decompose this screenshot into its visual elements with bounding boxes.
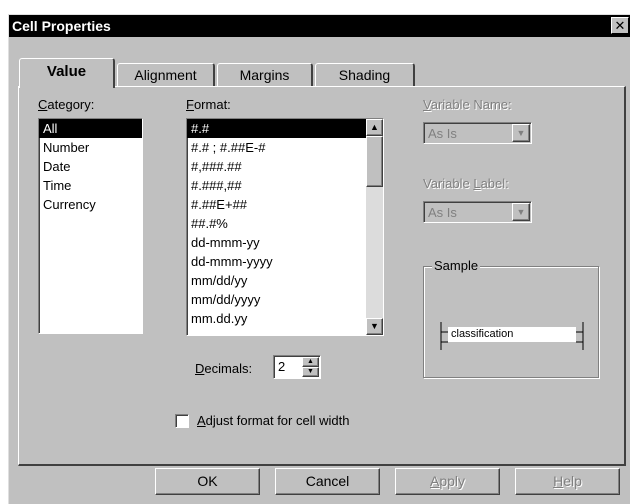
cell-properties-dialog: Cell Properties ✕ Alignment Margins Shad… (8, 14, 630, 504)
decimals-spinner[interactable]: 2 ▲ ▼ (273, 355, 321, 379)
tab-margins-label: Margins (239, 67, 290, 83)
list-item[interactable]: #.# ; #.##E-# (187, 138, 366, 157)
window-title: Cell Properties (12, 18, 111, 34)
list-item[interactable]: ##.#% (187, 214, 366, 233)
ok-button[interactable]: OK (155, 468, 260, 495)
format-label-rest: ormat: (193, 97, 231, 112)
category-label-mnemonic: C (38, 97, 48, 112)
tab-value-label: Value (46, 63, 87, 80)
dropdown-arrow-icon[interactable]: ▼ (512, 203, 530, 221)
close-icon[interactable]: ✕ (611, 17, 629, 34)
scroll-up-icon[interactable]: ▲ (366, 119, 383, 136)
list-item[interactable]: mm/dd/yyyy (187, 290, 366, 309)
decimals-value[interactable]: 2 (278, 359, 285, 374)
apply-mnemonic: A (429, 473, 440, 489)
adjust-format-label-rest: djust format for cell width (205, 413, 350, 428)
adjust-format-label-mnemonic: A (197, 413, 206, 428)
apply-rest: pply (439, 473, 466, 489)
list-item[interactable]: Number (39, 138, 142, 157)
variable-label-label-rest: abel: (480, 176, 509, 191)
tab-shading-label: Shading (338, 67, 391, 83)
list-item[interactable]: Date (39, 157, 142, 176)
variable-name-label-mnemonic: V (423, 97, 431, 112)
tab-alignment[interactable]: Alignment (117, 63, 215, 88)
tab-value[interactable]: Value (19, 58, 115, 88)
adjust-format-label[interactable]: Adjust format for cell width (197, 413, 349, 428)
list-item[interactable]: Currency (39, 195, 142, 214)
category-listbox[interactable]: All Number Date Time Currency (38, 118, 143, 334)
variable-name-label: Variable Name: (423, 97, 512, 112)
variable-name-label-rest: ariable Name: (430, 97, 512, 112)
apply-button[interactable]: Apply (395, 468, 500, 495)
format-label-mnemonic: F (186, 97, 194, 112)
tab-shading[interactable]: Shading (315, 63, 415, 88)
list-item[interactable]: #.##E+## (187, 195, 366, 214)
dropdown-arrow-icon[interactable]: ▼ (512, 124, 530, 142)
list-item[interactable]: mm.dd.yy (187, 309, 366, 328)
list-item[interactable]: Time (39, 176, 142, 195)
variable-name-combo[interactable]: As Is ▼ (423, 122, 532, 144)
list-item[interactable]: #.###,## (187, 176, 366, 195)
format-scrollbar[interactable]: ▲ ▼ (366, 119, 383, 335)
tab-panel-value: Category: All Number Date Time Currency … (18, 86, 626, 466)
variable-label-value: As Is (428, 205, 457, 220)
sample-text: classification (451, 328, 514, 340)
tab-margins[interactable]: Margins (217, 63, 313, 88)
decimals-label-mnemonic: D (195, 361, 205, 376)
spin-up-icon[interactable]: ▲ (302, 357, 319, 367)
scroll-down-icon[interactable]: ▼ (366, 318, 383, 335)
list-item[interactable]: #,###.## (187, 157, 366, 176)
variable-label-label-mnemonic: L (473, 176, 481, 191)
decimals-label: Decimals: (195, 361, 252, 376)
variable-label-combo[interactable]: As Is ▼ (423, 201, 532, 223)
list-item[interactable]: All (39, 119, 142, 138)
scroll-thumb[interactable] (366, 136, 383, 187)
format-label: Format: (186, 97, 231, 112)
sample-groupbox: Sample classification (423, 258, 599, 378)
category-label-rest: ategory: (47, 97, 95, 112)
help-button[interactable]: Help (515, 468, 620, 495)
variable-label-label: Variable Label: (423, 176, 509, 191)
variable-label-label-pre: Variable (423, 176, 474, 191)
help-mnemonic: H (553, 473, 564, 489)
help-rest: elp (563, 473, 582, 489)
list-item[interactable]: dd-mmm-yy (187, 233, 366, 252)
title-bar[interactable]: Cell Properties ✕ (9, 15, 630, 37)
list-item[interactable]: #.# (187, 119, 366, 138)
spin-down-icon[interactable]: ▼ (302, 367, 319, 377)
decimals-label-rest: ecimals: (204, 361, 253, 376)
tab-alignment-label: Alignment (134, 67, 197, 83)
cancel-button[interactable]: Cancel (275, 468, 380, 495)
adjust-format-checkbox[interactable] (175, 414, 189, 428)
variable-name-value: As Is (428, 126, 457, 141)
sample-legend: Sample (432, 258, 481, 273)
list-item[interactable]: mm/dd/yy (187, 271, 366, 290)
list-item[interactable]: dd-mmm-yyyy (187, 252, 366, 271)
format-listbox[interactable]: #.# #.# ; #.##E-# #,###.## #.###,## #.##… (186, 118, 384, 336)
category-label: Category: (38, 97, 94, 112)
